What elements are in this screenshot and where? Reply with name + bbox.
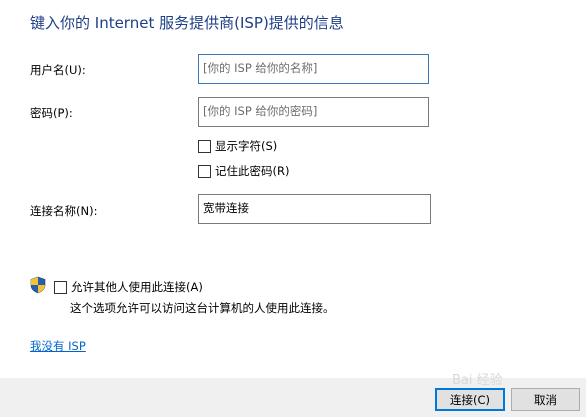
show-characters-label: 显示字符(S) (215, 139, 278, 153)
password-placeholder: [你的 ISP 给你的密码] (203, 104, 318, 118)
baidu-watermark: Bai 经验 (452, 373, 503, 388)
uac-shield-icon (30, 276, 46, 294)
username-placeholder: [你的 ISP 给你的名称] (203, 61, 318, 75)
username-label: 用户名(U): (30, 63, 86, 77)
password-label: 密码(P): (30, 106, 73, 120)
connect-button[interactable]: 连接(C) (435, 388, 505, 411)
page-title: 键入你的 Internet 服务提供商(ISP)提供的信息 (30, 14, 344, 32)
connection-name-value: 宽带连接 (203, 201, 249, 215)
show-characters-checkbox-box[interactable] (198, 139, 211, 153)
allow-others-description: 这个选项允许可以访问这台计算机的人使用此连接。 (70, 301, 335, 315)
connection-name-label: 连接名称(N): (30, 204, 98, 218)
allow-others-checkbox[interactable]: 允许其他人使用此连接(A) (54, 279, 203, 295)
show-characters-checkbox[interactable]: 显示字符(S) (198, 138, 277, 154)
connection-name-input[interactable]: 宽带连接 (198, 194, 431, 224)
no-isp-link[interactable]: 我没有 ISP (30, 338, 86, 354)
username-input[interactable]: [你的 ISP 给你的名称] (198, 54, 429, 84)
remember-password-label: 记住此密码(R) (215, 164, 290, 178)
allow-others-checkbox-box[interactable] (54, 280, 67, 294)
remember-password-checkbox[interactable]: 记住此密码(R) (198, 163, 289, 179)
cancel-button[interactable]: 取消 (511, 388, 580, 411)
password-input[interactable]: [你的 ISP 给你的密码] (198, 97, 429, 127)
allow-others-label: 允许其他人使用此连接(A) (71, 280, 203, 294)
remember-password-checkbox-box[interactable] (198, 164, 211, 178)
